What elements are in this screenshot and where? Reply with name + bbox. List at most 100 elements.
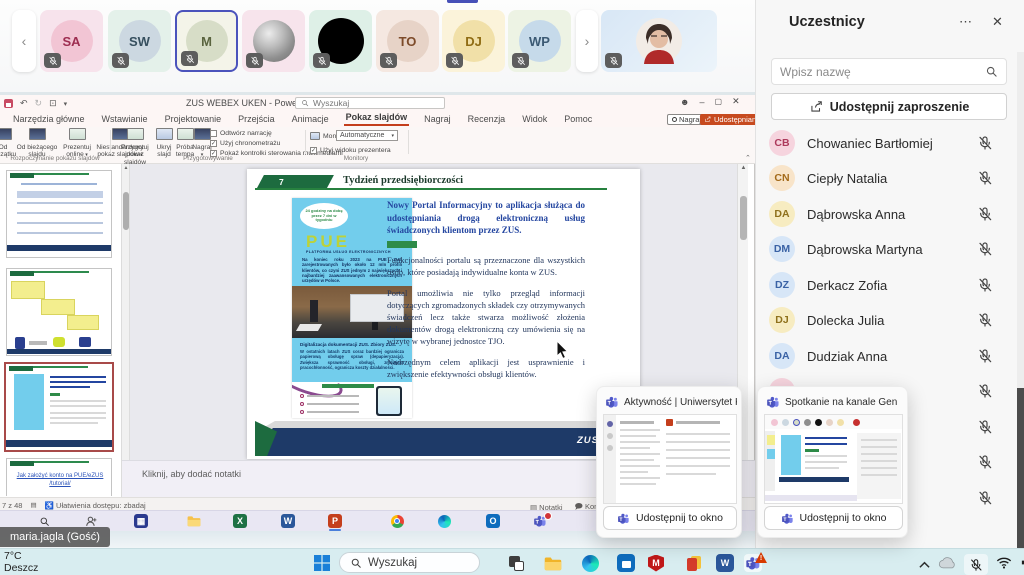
participant-search-input[interactable]: Wpisz nazwę — [771, 58, 1007, 85]
minimize-button[interactable]: – — [699, 97, 704, 107]
folder-icon[interactable] — [187, 514, 201, 528]
mcafee-icon[interactable]: M — [647, 554, 665, 572]
tab-projektowanie[interactable]: Projektowanie — [163, 113, 224, 126]
tab-recenzja[interactable]: Recenzja — [466, 113, 508, 126]
participant-tile-m-selected[interactable]: M — [175, 10, 238, 72]
word-icon[interactable]: W — [716, 554, 734, 572]
participant-row[interactable]: DJ Dolecka Julia — [756, 303, 1016, 337]
tab-narzedzia-glowne[interactable]: Narzędzia główne — [11, 113, 87, 126]
file-explorer-icon[interactable] — [544, 554, 562, 572]
participant-row[interactable]: CN Ciepły Natalia — [756, 161, 1016, 195]
task-view-icon[interactable] — [507, 554, 525, 572]
share-this-window-button[interactable]: Udostępnij to okno — [603, 506, 737, 530]
edge-icon[interactable] — [437, 514, 451, 528]
notes-display-icon[interactable]: ▤ — [30, 501, 36, 509]
mic-muted-icon — [977, 241, 993, 257]
more-options-icon[interactable]: ⋯ — [959, 14, 972, 30]
microsoft-store-icon[interactable] — [617, 554, 635, 572]
participant-row[interactable]: DZ Derkacz Zofia — [756, 268, 1016, 302]
participant-tile-dj[interactable]: DJ — [442, 10, 505, 72]
participant-row[interactable]: DA Dudziak Anna — [756, 339, 1016, 373]
slide-thumbnail-2[interactable] — [6, 268, 112, 356]
search-icon[interactable] — [37, 514, 51, 528]
thumbnail-scrollbar[interactable]: ▲ ▼ — [122, 164, 130, 497]
tab-przejscia[interactable]: Przejścia — [236, 113, 277, 126]
share-invite-button[interactable]: Udostępnij zaproszenie — [771, 93, 1007, 120]
powerpoint-icon[interactable]: P — [328, 514, 342, 528]
participant-row[interactable]: DM Dąbrowska Martyna — [756, 232, 1016, 266]
participant-row[interactable]: DA Dąbrowska Anna — [756, 197, 1016, 231]
tab-animacje[interactable]: Animacje — [290, 113, 331, 126]
redo-icon[interactable]: ↻ — [35, 98, 43, 109]
checkbox-widok-prezentera[interactable]: ✓Użyj widoku prezentera — [310, 147, 391, 154]
slideshow-icon[interactable]: ⊡ — [49, 98, 57, 109]
accessibility-status[interactable]: ♿ Ułatwienia dostępu: zbadaj — [45, 501, 146, 510]
outlook-icon[interactable]: O — [486, 514, 500, 528]
mic-muted-icon — [512, 53, 529, 68]
share-window-card-activity[interactable]: Aktywność | Uniwersytet K... — [596, 386, 742, 538]
word-icon[interactable]: W — [281, 514, 295, 528]
scroll-right-button[interactable]: › — [576, 10, 598, 72]
excel-icon[interactable]: X — [233, 514, 247, 528]
ribbon-separator — [305, 130, 306, 154]
slide-thumbnail-1[interactable] — [6, 170, 112, 258]
participant-tile-wp[interactable]: WP — [508, 10, 571, 72]
tray-mic-muted-icon[interactable] — [964, 554, 988, 575]
undo-icon[interactable]: ↶ — [20, 98, 28, 109]
participant-tile-black[interactable] — [309, 10, 372, 72]
weather-widget[interactable]: 7°C Deszcz — [4, 550, 38, 574]
tab-wstawianie[interactable]: Wstawianie — [100, 113, 150, 126]
edge-icon[interactable] — [581, 554, 599, 572]
checkbox-odtworz-narracje[interactable]: Odtwórz narrację — [210, 130, 272, 137]
card-title: Aktywność | Uniwersytet K... — [624, 397, 737, 408]
close-button[interactable]: ✕ — [732, 96, 740, 107]
mic-muted-icon — [605, 53, 622, 68]
speaker-icon[interactable] — [1020, 556, 1024, 574]
record-icon — [672, 117, 677, 122]
document-red-icon[interactable] — [685, 554, 703, 572]
participant-name: Dąbrowska Martyna — [807, 242, 923, 257]
monitor-dropdown[interactable]: Automatyczne▾ — [336, 130, 398, 141]
slide-thumbnail-3-current[interactable] — [4, 362, 114, 452]
slide-thumbnail-4[interactable]: Jak założyć konto na PUE/eZUS /tutorial/ — [6, 458, 112, 496]
checkbox-uzyj-chronometrazu[interactable]: ✓Użyj chronometrażu — [210, 140, 280, 147]
people-add-icon[interactable] — [84, 514, 98, 528]
share-icon — [809, 100, 823, 114]
participant-tile-sw[interactable]: SW — [108, 10, 171, 72]
tab-nagraj[interactable]: Nagraj — [422, 113, 453, 126]
participant-row[interactable]: CB Chowaniec Bartłomiej — [756, 126, 1016, 160]
tray-expand-icon[interactable] — [919, 556, 930, 574]
share-this-window-button[interactable]: Udostępnij to okno — [764, 506, 903, 530]
avatar: DJ — [769, 307, 795, 333]
panel-scrollbar[interactable] — [1017, 52, 1024, 548]
save-icon[interactable] — [4, 99, 13, 108]
tab-widok[interactable]: Widok — [520, 113, 549, 126]
share-window-card-meeting[interactable]: Spotkanie na kanale Gen... — [757, 386, 908, 538]
account-icon[interactable]: ☻ — [680, 97, 689, 107]
avatar: DM — [769, 236, 795, 262]
app-dark-blue-icon[interactable]: ▦ — [134, 514, 148, 528]
onedrive-cloud-icon[interactable] — [938, 556, 956, 574]
slide[interactable]: 7 Tydzień przedsiębiorczości 24 godziny … — [247, 169, 640, 459]
tab-pomoc[interactable]: Pomoc — [562, 113, 594, 126]
customize-toolbar-icon[interactable]: ▾ — [64, 100, 68, 108]
maximize-button[interactable]: ▢ — [715, 97, 723, 106]
collapse-ribbon-icon[interactable]: ⌃ — [745, 154, 751, 162]
scroll-left-button[interactable]: ‹ — [12, 10, 36, 72]
close-panel-icon[interactable]: ✕ — [992, 14, 1003, 30]
notification-badge — [544, 512, 552, 520]
local-user-tile[interactable] — [601, 10, 717, 72]
wifi-icon[interactable] — [996, 556, 1012, 574]
footer-navy-band — [255, 428, 611, 456]
tab-pokaz-slajdow[interactable]: Pokaz slajdów — [344, 111, 410, 126]
participant-tile-to[interactable]: TO — [376, 10, 439, 72]
local-user-photo-avatar — [636, 18, 682, 64]
mic-muted-icon — [446, 53, 463, 68]
ppt-search-input[interactable]: Wyszukaj — [295, 97, 445, 109]
taskbar-search-input[interactable]: Wyszukaj — [339, 552, 480, 573]
participant-tile-photo[interactable] — [242, 10, 305, 72]
quick-access-toolbar: ↶ ↻ ⊡ ▾ — [4, 97, 67, 110]
chrome-icon[interactable] — [390, 514, 404, 528]
participant-tile-sa[interactable]: SA — [40, 10, 103, 72]
start-button[interactable] — [313, 554, 331, 572]
